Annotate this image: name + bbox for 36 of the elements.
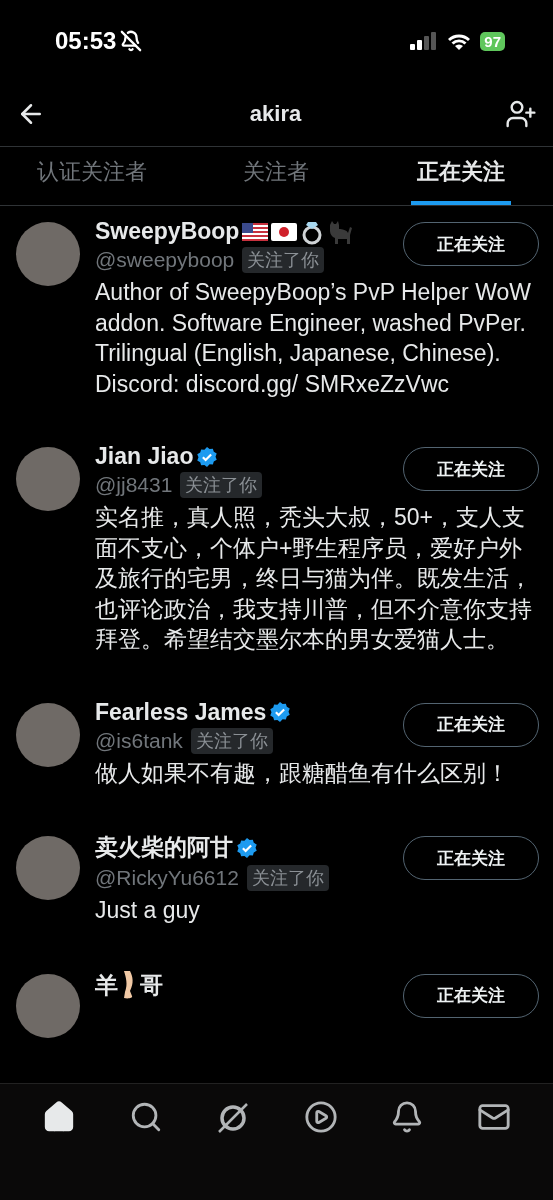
add-user-icon[interactable]: [505, 98, 537, 130]
user-name: 羊: [95, 970, 118, 1000]
user-handle: @is6tank: [95, 728, 183, 753]
tab[interactable]: 正在关注: [410, 147, 511, 205]
follows-you-tag: 关注了你: [190, 727, 273, 754]
battery-level: 97: [480, 31, 505, 51]
following-button[interactable]: 正在关注: [403, 702, 539, 747]
user-name: Jian Jiao: [95, 443, 194, 470]
user-name: 卖火柴的阿甘: [95, 833, 233, 862]
tab[interactable]: 关注者: [237, 147, 316, 205]
user-bio: Author of SweepyBoop’s PvP Helper WoW addon. Software Engineer, washed PvPer. Trilingual (English, Japanese, Chinese). Discord: discord.gg/ SMRxeZzVwc: [95, 278, 532, 399]
user-bio: Just a guy: [95, 896, 201, 925]
user-name: 哥: [140, 970, 163, 1000]
following-button[interactable]: 正在关注: [403, 836, 539, 880]
user-handle: @RickyYu6612: [95, 866, 239, 890]
play-icon: [303, 1100, 338, 1134]
flag-icon: [242, 222, 269, 241]
tab[interactable]: 认证关注者: [31, 147, 154, 205]
user-bio: 实名推，真人照，秃头大叔，50+，支人支面不支心，个体户+野生程序员，爱好户外及旅行的宅男，终日与猫为伴。既发生活，也评论政治，我支持川普，但不介意你支持拜登。希望结交墨尔本的男女爱猫人士。: [95, 503, 533, 654]
user-bio: 做人如果不有趣，跟糖醋鱼有什么区别！: [95, 758, 510, 788]
header-title: akira: [249, 101, 302, 127]
user-handle: @sweepyboop: [95, 248, 235, 272]
follows-you-tag: 关注了你: [246, 865, 329, 891]
following-button[interactable]: 正在关注: [403, 447, 539, 491]
signal-icon: [410, 32, 439, 50]
user-name: SweepyBoop: [95, 218, 240, 245]
follows-you-tag: 关注了你: [242, 247, 325, 273]
status-time: 05:53: [55, 27, 117, 55]
follows-you-tag: 关注了你: [180, 472, 263, 498]
user-handle: @jj8431: [95, 473, 173, 497]
following-button[interactable]: 正在关注: [403, 222, 539, 266]
following-button[interactable]: 正在关注: [403, 973, 539, 1018]
flag-icon: [271, 222, 298, 241]
user-name: Fearless James: [95, 698, 267, 726]
nav-tab[interactable]: [303, 1100, 338, 1134]
wifi-icon: [447, 32, 472, 50]
